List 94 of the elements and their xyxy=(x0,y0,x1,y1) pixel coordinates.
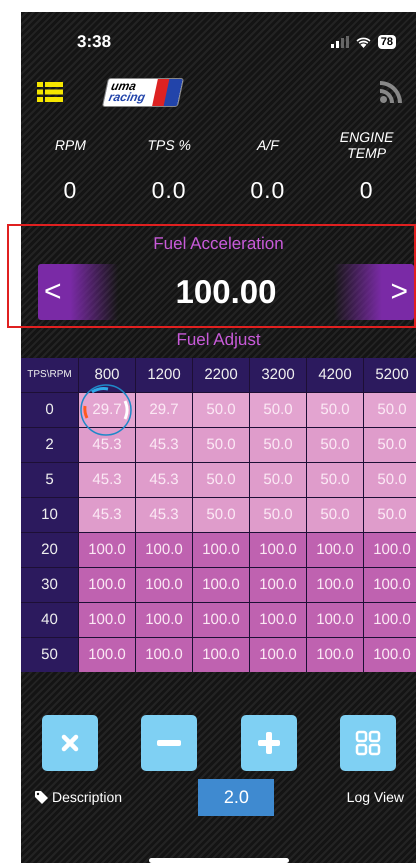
row-header: 2 xyxy=(21,428,78,462)
table-cell[interactable]: 100.0 xyxy=(193,638,249,672)
table-title: Fuel Adjust xyxy=(176,330,261,350)
table-cell[interactable]: 100.0 xyxy=(193,532,249,567)
row-header: 30 xyxy=(21,568,78,602)
gauge-value: 0.0 xyxy=(152,176,187,204)
description-link[interactable]: Description xyxy=(52,789,122,806)
column-header: 1200 xyxy=(136,358,192,392)
menu-icon[interactable] xyxy=(37,82,63,102)
row-header: 5 xyxy=(21,462,78,497)
selector-title: Fuel Acceleration xyxy=(153,234,284,254)
gauge-value: 0.0 xyxy=(250,176,286,204)
next-button[interactable]: > xyxy=(334,264,414,320)
table-cell[interactable]: 50.0 xyxy=(364,428,416,462)
table-cell[interactable]: 100.0 xyxy=(364,638,416,672)
gauge-value: 0 xyxy=(63,176,78,204)
row-header: 50 xyxy=(21,638,78,672)
table-cell[interactable]: 50.0 xyxy=(193,428,249,462)
table-cell[interactable]: 100.0 xyxy=(136,568,192,602)
table-cell[interactable]: 100.0 xyxy=(364,568,416,602)
column-header: 5200 xyxy=(364,358,416,392)
gauge-label: TPS % xyxy=(146,136,192,155)
table-corner-header: TPS\RPM xyxy=(21,358,78,392)
table-cell[interactable]: 100.0 xyxy=(250,532,306,567)
table-cell[interactable]: 45.3 xyxy=(136,428,192,462)
brand-logo: uma racing xyxy=(102,78,184,107)
column-header: 4200 xyxy=(307,358,363,392)
log-view-link[interactable]: Log View xyxy=(346,789,404,806)
row-header: 10 xyxy=(21,498,78,532)
touch-ring-drawing xyxy=(80,384,132,436)
gauge-label: RPM xyxy=(54,136,87,155)
table-cell[interactable]: 100.0 xyxy=(307,638,363,672)
table-cell[interactable]: 50.0 xyxy=(307,462,363,497)
table-cell[interactable]: 100.0 xyxy=(79,638,135,672)
table-cell[interactable]: 100.0 xyxy=(79,602,135,637)
table-cell[interactable]: 45.3 xyxy=(79,428,135,462)
row-header: 20 xyxy=(21,532,78,567)
wifi-icon xyxy=(354,36,372,48)
selector-value: 100.00 xyxy=(176,272,276,311)
table-cell[interactable]: 50.0 xyxy=(193,462,249,497)
minus-button[interactable] xyxy=(141,714,198,771)
step-value-field[interactable]: 2.0 xyxy=(198,778,274,816)
table-cell[interactable]: 50.0 xyxy=(307,498,363,532)
previous-button[interactable]: < xyxy=(38,264,118,320)
table-cell[interactable]: 45.3 xyxy=(136,498,192,532)
table-cell[interactable]: 50.0 xyxy=(364,462,416,497)
table-cell[interactable]: 100.0 xyxy=(136,638,192,672)
signal-icon xyxy=(330,36,349,48)
column-header: 2200 xyxy=(193,358,249,392)
table-cell[interactable]: 100.0 xyxy=(307,532,363,567)
table-cell[interactable]: 50.0 xyxy=(364,392,416,427)
table-cell[interactable]: 50.0 xyxy=(250,498,306,532)
column-header: 800 xyxy=(79,358,135,392)
table-cell[interactable]: 50.0 xyxy=(307,428,363,462)
table-cell[interactable]: 50.0 xyxy=(364,498,416,532)
row-header: 40 xyxy=(21,602,78,637)
status-time: 3:38 xyxy=(77,32,112,52)
table-cell[interactable]: 100.0 xyxy=(193,602,249,637)
table-cell[interactable]: 100.0 xyxy=(250,602,306,637)
gauge-label: A/F xyxy=(256,136,280,155)
grid-button[interactable] xyxy=(340,714,396,771)
close-icon xyxy=(60,732,80,753)
table-cell[interactable]: 45.3 xyxy=(79,498,135,532)
gauge-value: 0 xyxy=(360,176,374,204)
table-cell[interactable]: 100.0 xyxy=(364,602,416,637)
table-cell[interactable]: 50.0 xyxy=(250,428,306,462)
table-cell[interactable]: 100.0 xyxy=(250,568,306,602)
table-cell[interactable]: 45.3 xyxy=(79,462,135,497)
table-cell[interactable]: 100.0 xyxy=(250,638,306,672)
table-cell[interactable]: 100.0 xyxy=(193,568,249,602)
table-cell[interactable]: 50.0 xyxy=(250,462,306,497)
table-cell[interactable]: 50.0 xyxy=(307,392,363,427)
broadcast-icon[interactable] xyxy=(380,81,402,104)
table-cell[interactable]: 100.0 xyxy=(364,532,416,567)
table-cell[interactable]: 100.0 xyxy=(307,602,363,637)
table-cell[interactable]: 100.0 xyxy=(136,602,192,637)
plus-icon xyxy=(258,732,280,754)
gauge-label: ENGINE TEMP xyxy=(338,128,394,163)
column-header: 3200 xyxy=(250,358,306,392)
table-cell[interactable]: 100.0 xyxy=(79,568,135,602)
battery-indicator: 78 xyxy=(378,35,396,49)
table-cell[interactable]: 50.0 xyxy=(193,498,249,532)
grid-icon xyxy=(354,730,381,756)
minus-icon xyxy=(157,740,182,746)
plus-button[interactable] xyxy=(240,714,297,771)
table-cell[interactable]: 50.0 xyxy=(250,392,306,427)
table-cell[interactable]: 100.0 xyxy=(136,532,192,567)
table-cell[interactable]: 29.7 xyxy=(136,392,192,427)
table-cell[interactable]: 50.0 xyxy=(193,392,249,427)
row-header: 0 xyxy=(21,392,78,427)
table-cell[interactable]: 100.0 xyxy=(79,532,135,567)
tag-icon[interactable] xyxy=(35,790,48,804)
table-cell[interactable]: 45.3 xyxy=(136,462,192,497)
table-cell[interactable]: 100.0 xyxy=(307,568,363,602)
